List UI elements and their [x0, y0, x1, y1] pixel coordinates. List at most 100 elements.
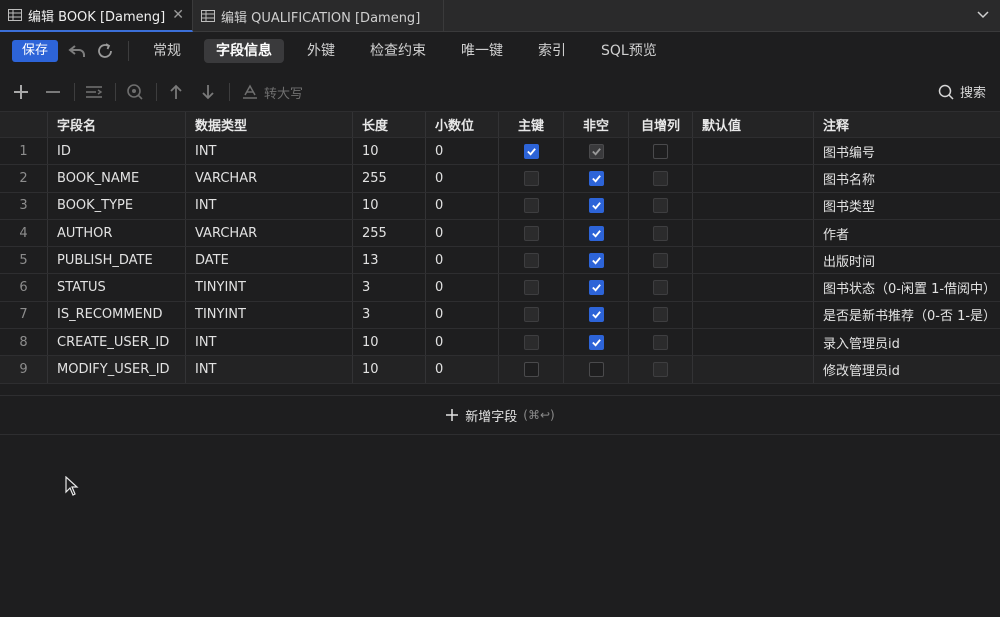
default-value-cell[interactable] [693, 138, 814, 165]
field-name-cell[interactable]: BOOK_TYPE [48, 192, 186, 219]
decimal-cell[interactable]: 0 [426, 165, 499, 192]
comment-cell[interactable]: 修改管理员id [814, 356, 1000, 382]
tab-field-info[interactable]: 字段信息 [204, 39, 285, 63]
decimal-cell[interactable]: 0 [426, 138, 499, 165]
comment-cell[interactable]: 图书状态（0-闲置 1-借阅中） [814, 274, 1000, 300]
default-value-cell[interactable] [693, 329, 814, 356]
column-header[interactable]: 数据类型 [186, 112, 353, 137]
primary-key-checkbox[interactable] [523, 252, 539, 268]
decimal-cell[interactable]: 0 [426, 274, 499, 301]
table-row[interactable]: 7 IS_RECOMMEND TINYINT 3 0 是否是新书推荐（0-否 1-是） [0, 301, 1000, 330]
default-value-cell[interactable] [693, 165, 814, 192]
tab-check-constraints[interactable]: 检查约束 [358, 39, 438, 63]
auto-increment-checkbox[interactable] [653, 198, 668, 214]
not-null-checkbox[interactable] [588, 198, 604, 214]
field-name-cell[interactable]: ID [48, 138, 186, 165]
field-name-cell[interactable]: CREATE_USER_ID [48, 329, 186, 356]
default-value-cell[interactable] [693, 247, 814, 274]
field-name-cell[interactable]: IS_RECOMMEND [48, 301, 186, 329]
default-value-cell[interactable] [693, 219, 814, 247]
undo-icon[interactable] [66, 40, 88, 62]
column-header[interactable]: 主键 [499, 112, 564, 137]
table-row[interactable]: 6 STATUS TINYINT 3 0 图书状态（0-闲置 1-借阅中） [0, 274, 1000, 302]
decimal-cell[interactable]: 0 [426, 247, 499, 274]
comment-cell[interactable]: 录入管理员id [814, 329, 1000, 355]
column-header[interactable]: 非空 [564, 112, 629, 137]
column-header[interactable]: 长度 [353, 112, 426, 137]
comment-cell[interactable]: 图书类型 [814, 193, 1000, 219]
tab-general[interactable]: 常规 [141, 39, 193, 63]
not-null-checkbox[interactable] [588, 280, 604, 296]
auto-increment-checkbox[interactable] [653, 170, 668, 186]
default-value-cell[interactable] [693, 192, 814, 219]
comment-cell[interactable]: 出版时间 [814, 247, 1000, 273]
decimal-cell[interactable]: 0 [426, 192, 499, 219]
auto-increment-checkbox[interactable] [653, 143, 668, 159]
arrow-down-icon[interactable] [197, 81, 219, 103]
arrow-up-icon[interactable] [165, 81, 187, 103]
data-type-cell[interactable]: INT [186, 356, 353, 383]
column-header[interactable]: 注释 [814, 112, 1000, 137]
length-cell[interactable]: 3 [353, 301, 426, 329]
primary-key-checkbox[interactable] [523, 334, 539, 350]
comment-cell[interactable]: 是否是新书推荐（0-否 1-是） [814, 302, 1000, 328]
length-cell[interactable]: 255 [353, 165, 426, 192]
field-name-cell[interactable]: BOOK_NAME [48, 165, 186, 192]
auto-increment-checkbox[interactable] [653, 225, 668, 241]
primary-key-checkbox[interactable] [523, 307, 539, 323]
field-name-cell[interactable]: MODIFY_USER_ID [48, 356, 186, 383]
comment-cell[interactable]: 图书编号 [814, 138, 1000, 164]
column-header[interactable]: 小数位 [426, 112, 499, 137]
decimal-cell[interactable]: 0 [426, 329, 499, 356]
search-button[interactable]: 搜索 [938, 82, 986, 101]
tab-indexes[interactable]: 索引 [526, 39, 578, 63]
field-name-cell[interactable]: STATUS [48, 274, 186, 301]
not-null-checkbox[interactable] [588, 225, 604, 241]
not-null-checkbox[interactable] [588, 252, 604, 268]
data-type-cell[interactable]: VARCHAR [186, 165, 353, 192]
chevron-down-icon[interactable] [976, 7, 990, 21]
field-name-cell[interactable]: AUTHOR [48, 219, 186, 247]
primary-key-checkbox[interactable] [523, 362, 539, 378]
table-row[interactable]: 9 MODIFY_USER_ID INT 10 0 修改管理员id [0, 356, 1000, 384]
save-button[interactable]: 保存 [12, 40, 59, 62]
default-value-cell[interactable] [693, 356, 814, 383]
add-icon[interactable] [10, 81, 32, 103]
tab-sql-preview[interactable]: SQL预览 [589, 39, 669, 63]
auto-increment-checkbox[interactable] [653, 362, 668, 378]
not-null-checkbox[interactable] [588, 170, 604, 186]
primary-key-checkbox[interactable] [523, 225, 539, 241]
data-type-cell[interactable]: INT [186, 138, 353, 165]
auto-increment-checkbox[interactable] [653, 252, 668, 268]
table-row[interactable]: 2 BOOK_NAME VARCHAR 255 0 图书名称 [0, 165, 1000, 193]
not-null-checkbox[interactable] [588, 307, 604, 323]
length-cell[interactable]: 10 [353, 356, 426, 383]
column-header[interactable]: 字段名 [48, 112, 186, 137]
comment-cell[interactable]: 作者 [814, 220, 1000, 246]
length-cell[interactable]: 3 [353, 274, 426, 301]
decimal-cell[interactable]: 0 [426, 356, 499, 383]
table-row[interactable]: 5 PUBLISH_DATE DATE 13 0 出版时间 [0, 247, 1000, 275]
length-cell[interactable]: 13 [353, 247, 426, 274]
primary-key-checkbox[interactable] [523, 170, 539, 186]
data-type-cell[interactable]: INT [186, 329, 353, 356]
column-header[interactable]: 默认值 [693, 112, 814, 137]
not-null-checkbox[interactable] [588, 143, 604, 159]
not-null-checkbox[interactable] [588, 362, 604, 378]
auto-increment-checkbox[interactable] [653, 280, 668, 296]
length-cell[interactable]: 10 [353, 329, 426, 356]
data-type-cell[interactable]: TINYINT [186, 301, 353, 329]
not-null-checkbox[interactable] [588, 334, 604, 350]
add-field-button[interactable]: 新增字段 (⌘↩) [0, 395, 1000, 435]
length-cell[interactable]: 10 [353, 138, 426, 165]
length-cell[interactable]: 255 [353, 219, 426, 247]
data-type-cell[interactable]: TINYINT [186, 274, 353, 301]
tab-edit-qualification[interactable]: 编辑 QUALIFICATION [Dameng] [193, 0, 444, 32]
table-row[interactable]: 8 CREATE_USER_ID INT 10 0 录入管理员id [0, 329, 1000, 357]
remove-icon[interactable] [42, 81, 64, 103]
tab-edit-book[interactable]: 编辑 BOOK [Dameng] ✕ [0, 0, 193, 32]
primary-key-checkbox[interactable] [523, 198, 539, 214]
primary-key-checkbox[interactable] [523, 143, 539, 159]
auto-increment-checkbox[interactable] [653, 334, 668, 350]
length-cell[interactable]: 10 [353, 192, 426, 219]
